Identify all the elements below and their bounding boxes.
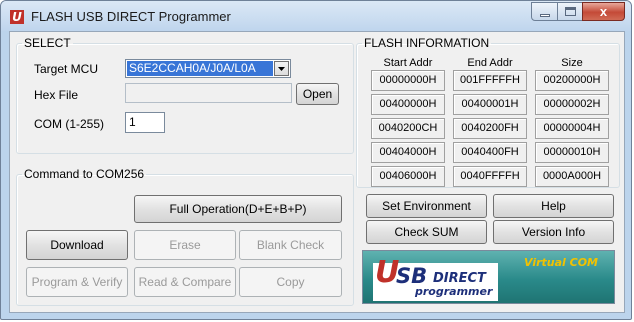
window-title: FLASH USB DIRECT Programmer	[31, 9, 231, 24]
size-cell: 00000010H	[535, 142, 609, 163]
size-cell: 00000004H	[535, 118, 609, 139]
help-button[interactable]: Help	[493, 194, 614, 218]
virtual-com-label: Virtual COM	[524, 256, 598, 269]
full-operation-button[interactable]: Full Operation(D+E+B+P)	[134, 195, 342, 223]
size-cell: 0000A000H	[535, 166, 609, 187]
logo-programmer-text: programmer	[415, 285, 493, 298]
app-window: U FLASH USB DIRECT Programmer x SELECT T…	[0, 0, 632, 320]
set-environment-button[interactable]: Set Environment	[366, 194, 487, 218]
maximize-icon	[565, 7, 576, 16]
target-mcu-label: Target MCU	[34, 62, 99, 76]
start-addr-cell: 0040200CH	[371, 118, 445, 139]
blank-check-button[interactable]: Blank Check	[239, 230, 342, 260]
com-label: COM (1-255)	[34, 117, 105, 131]
logo-sb-letters: SB	[396, 264, 428, 288]
usb-direct-banner: Virtual COM U SB DIRECT programmer	[362, 250, 615, 304]
version-info-button[interactable]: Version Info	[493, 220, 614, 244]
size-cell: 00200000H	[535, 70, 609, 91]
select-group-legend: SELECT	[24, 36, 71, 50]
minimize-button[interactable]	[531, 2, 558, 21]
end-addr-cell: 0040400FH	[453, 142, 527, 163]
copy-button[interactable]: Copy	[239, 267, 342, 297]
title-bar[interactable]: U FLASH USB DIRECT Programmer x	[1, 1, 631, 31]
target-mcu-select[interactable]: S6E2CCAH0A/J0A/L0A	[125, 59, 291, 78]
column-header-start-addr: Start Addr	[383, 57, 433, 69]
start-addr-cell: 00400000H	[371, 94, 445, 115]
column-header-size: Size	[561, 57, 583, 69]
app-logo-icon: U	[10, 10, 24, 24]
chevron-down-icon[interactable]	[274, 61, 289, 76]
start-addr-cell: 00404000H	[371, 142, 445, 163]
start-addr-cell: 00000000H	[371, 70, 445, 91]
end-addr-cell: 00400001H	[453, 94, 527, 115]
close-icon: x	[599, 4, 608, 19]
check-sum-button[interactable]: Check SUM	[366, 220, 487, 244]
hex-file-label: Hex File	[34, 88, 79, 102]
end-addr-cell: 0040200FH	[453, 118, 527, 139]
minimize-icon	[540, 14, 550, 17]
close-button[interactable]: x	[582, 2, 625, 21]
target-mcu-value: S6E2CCAH0A/J0A/L0A	[127, 61, 273, 76]
read-compare-button[interactable]: Read & Compare	[134, 267, 236, 297]
client-area: SELECT Target MCU S6E2CCAH0A/J0A/L0A Hex…	[9, 31, 625, 313]
maximize-button[interactable]	[557, 2, 583, 21]
end-addr-cell: 0040FFFFH	[453, 166, 527, 187]
column-header-end-addr: End Addr	[467, 57, 513, 69]
open-button[interactable]: Open	[296, 83, 339, 105]
program-verify-button[interactable]: Program & Verify	[26, 267, 128, 297]
download-button[interactable]: Download	[26, 230, 128, 260]
start-addr-cell: 00406000H	[371, 166, 445, 187]
end-addr-cell: 001FFFFFH	[453, 70, 527, 91]
hex-file-input[interactable]	[125, 83, 292, 103]
erase-button[interactable]: Erase	[134, 230, 236, 260]
command-group-legend: Command to COM256	[24, 167, 145, 181]
logo-direct-text: DIRECT	[433, 271, 486, 286]
flash-info-legend: FLASH INFORMATION	[364, 36, 490, 50]
com-input[interactable]: 1	[125, 112, 165, 133]
size-cell: 00000002H	[535, 94, 609, 115]
